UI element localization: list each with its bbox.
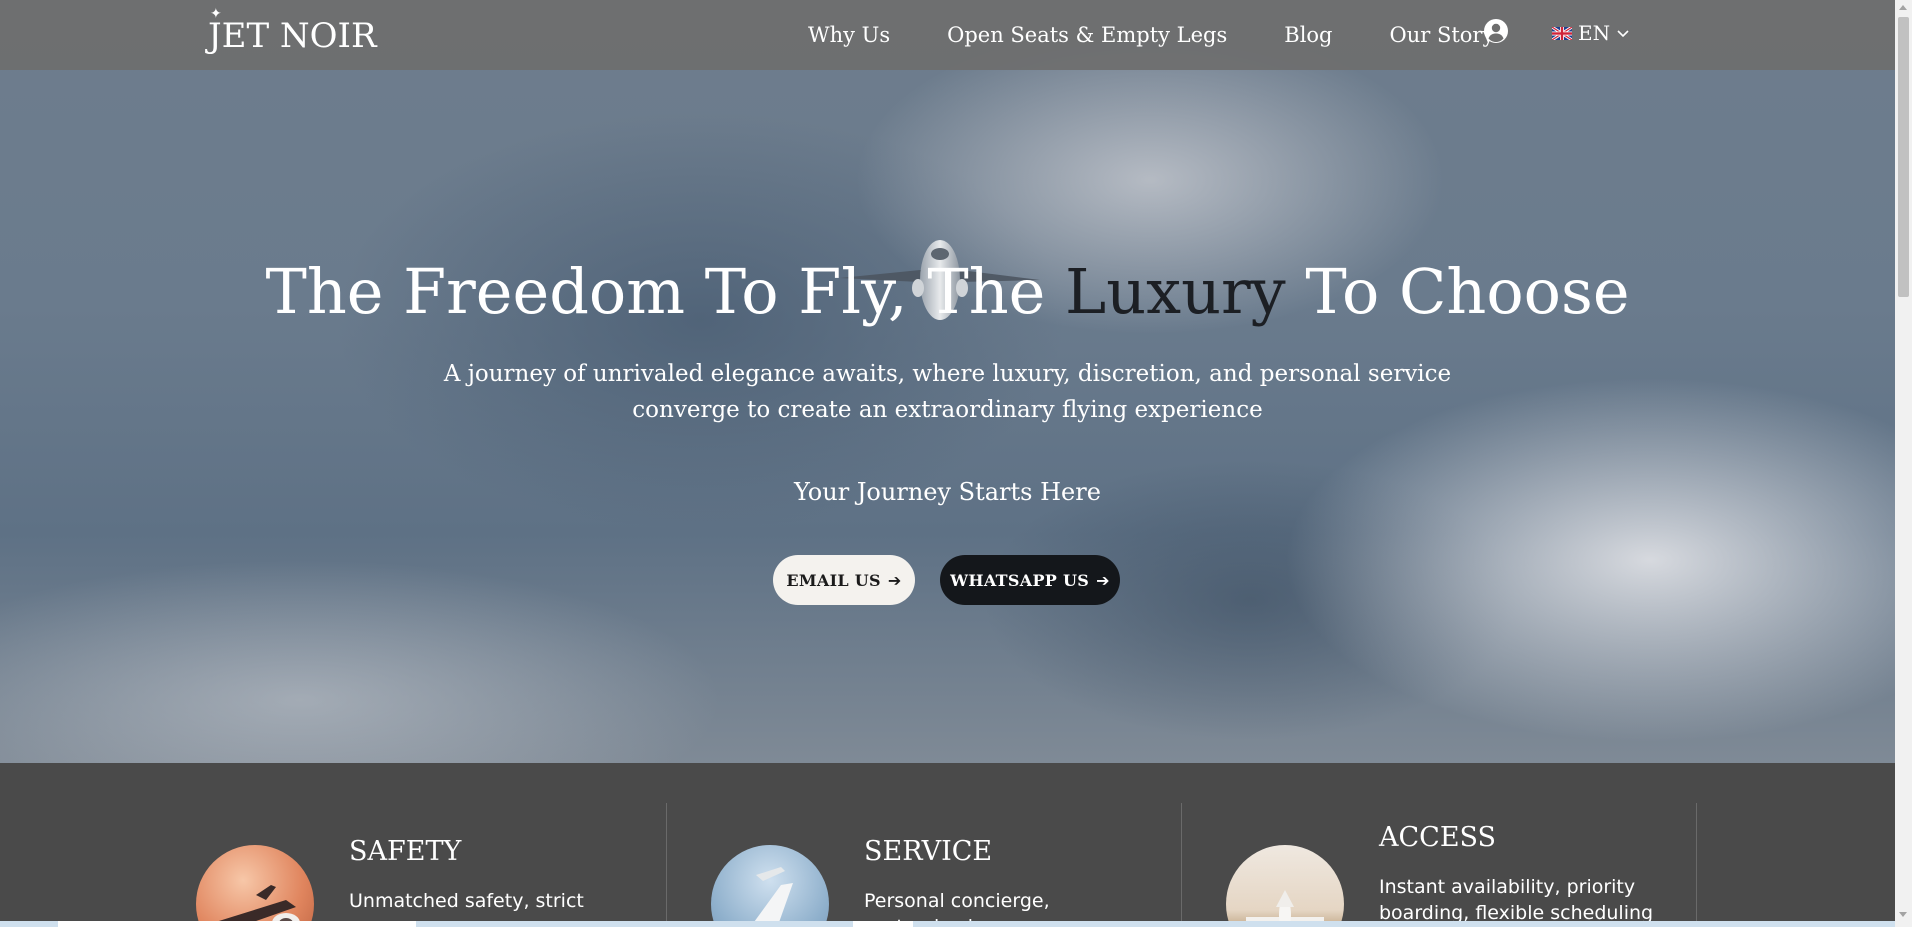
hero-tagline: Your Journey Starts Here	[794, 478, 1101, 506]
nav-open-seats[interactable]: Open Seats & Empty Legs	[947, 23, 1227, 47]
arrow-right-icon: ➔	[1096, 570, 1110, 590]
column-divider	[666, 803, 667, 927]
strip-segment	[58, 921, 416, 927]
logo-text: JET NOIR	[208, 16, 377, 56]
chevron-down-icon	[1617, 30, 1629, 38]
language-selector[interactable]: EN	[1552, 20, 1630, 46]
column-divider	[1181, 803, 1182, 927]
feature-title-access: ACCESS	[1379, 822, 1497, 853]
strip-segment	[853, 921, 913, 927]
nav-blog[interactable]: Blog	[1284, 23, 1332, 47]
arrow-right-icon: ➔	[887, 570, 902, 590]
logo[interactable]: ✦ JET NOIR	[208, 6, 377, 58]
whatsapp-us-button[interactable]: WHATSAPP US ➔	[940, 555, 1120, 605]
hero-title-part1: The Freedom To Fly, The	[265, 255, 1066, 328]
user-circle-icon[interactable]	[1484, 19, 1508, 43]
vertical-scrollbar[interactable]	[1895, 0, 1912, 927]
feature-text-safety: Unmatched safety, strict	[349, 890, 584, 912]
hero-title: The Freedom To Fly, The Luxury To Choose	[0, 255, 1895, 328]
feature-text-access: Instant availability, priority boarding,…	[1379, 876, 1654, 924]
service-image	[711, 845, 829, 927]
hero-subtitle: A journey of unrivaled elegance awaits, …	[443, 361, 1452, 423]
feature-title-service: SERVICE	[864, 836, 993, 867]
access-image	[1226, 845, 1344, 927]
top-header: ✦ JET NOIR Why Us Open Seats & Empty Leg…	[0, 0, 1895, 70]
safety-image	[196, 845, 314, 927]
bottom-progress-strip	[0, 921, 1895, 927]
features-section: SAFETY Unmatched safety, strict SERVICE …	[0, 763, 1895, 927]
scrollbar-thumb[interactable]	[1898, 17, 1909, 297]
email-us-label: EMAIL US	[786, 570, 881, 590]
scroll-up-arrow-icon[interactable]	[1899, 5, 1907, 10]
logo-star-icon: ✦	[210, 6, 222, 22]
whatsapp-us-label: WHATSAPP US	[950, 570, 1090, 590]
main-nav: Why Us Open Seats & Empty Legs Blog Our …	[808, 18, 1494, 52]
hero-title-part2: To Choose	[1285, 255, 1630, 328]
email-us-button[interactable]: EMAIL US ➔	[773, 555, 915, 605]
nav-our-story[interactable]: Our Story	[1390, 23, 1495, 47]
language-label: EN	[1578, 21, 1611, 45]
scroll-down-arrow-icon[interactable]	[1899, 912, 1907, 917]
uk-flag-icon	[1552, 26, 1572, 40]
feature-title-safety: SAFETY	[349, 836, 462, 867]
page: ✦ JET NOIR Why Us Open Seats & Empty Leg…	[0, 0, 1895, 927]
hero-title-highlight: Luxury	[1065, 255, 1286, 328]
column-divider	[1696, 803, 1697, 927]
nav-why-us[interactable]: Why Us	[808, 23, 890, 47]
